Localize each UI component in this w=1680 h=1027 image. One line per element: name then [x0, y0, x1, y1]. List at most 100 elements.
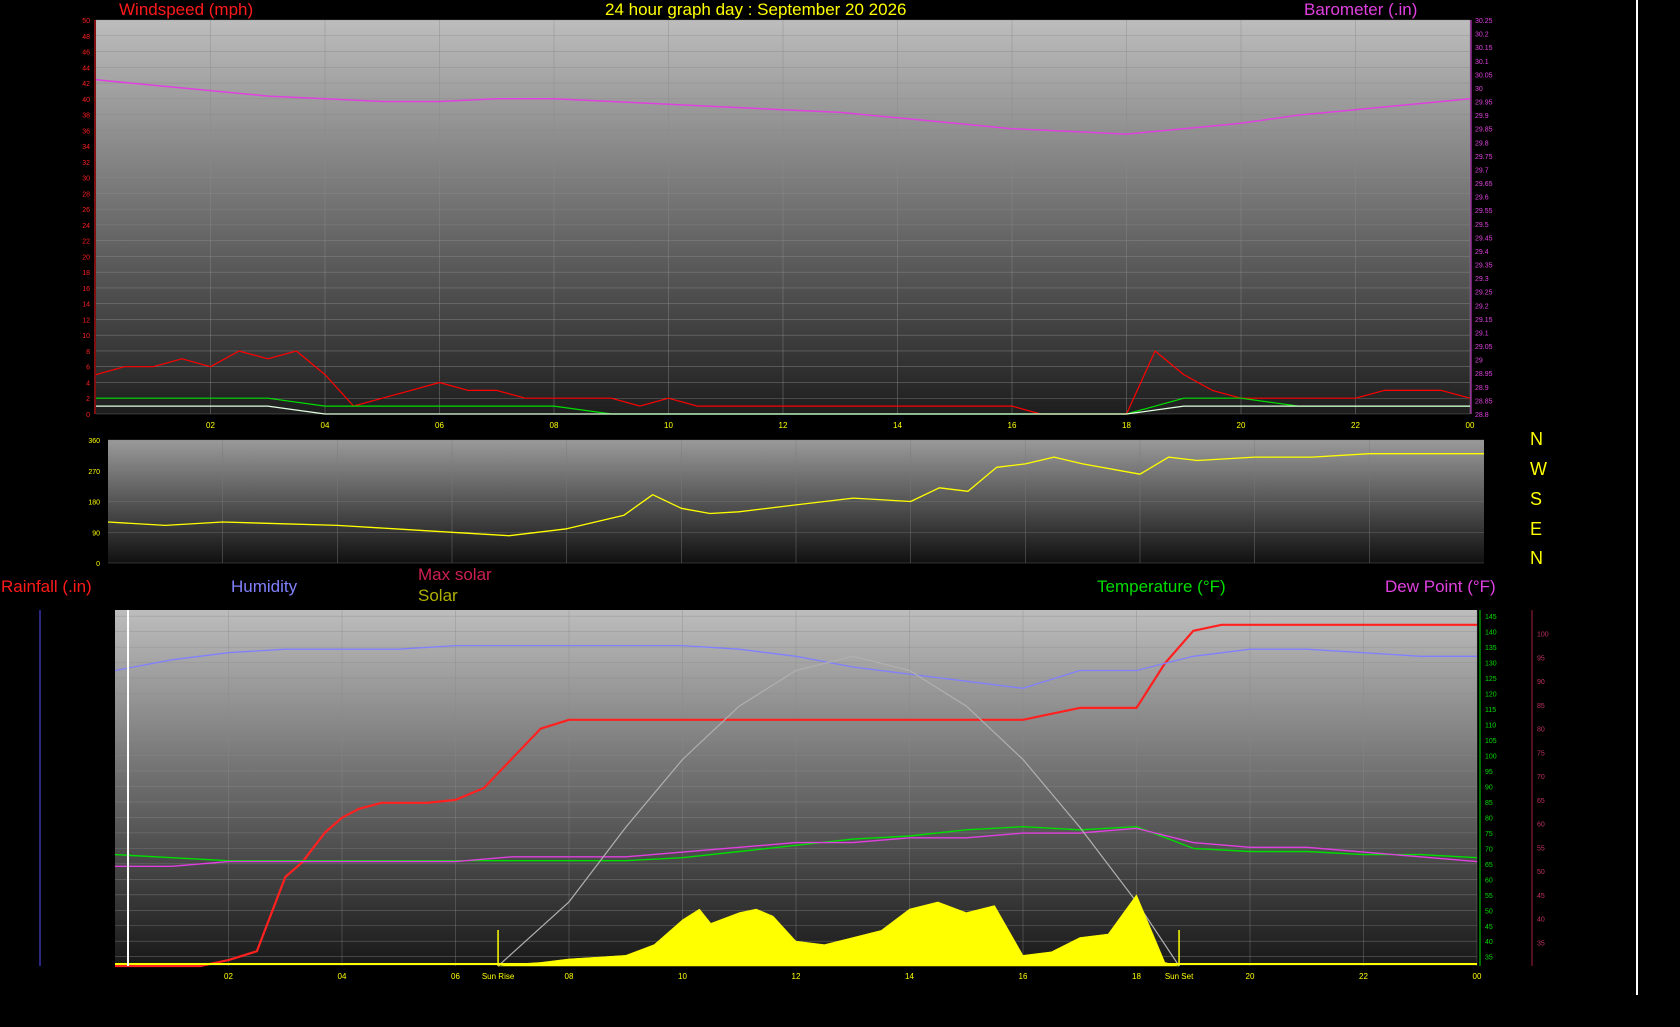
temperature-tick-label: 120	[1485, 692, 1497, 699]
barometer-tick-label: 29.6	[1475, 195, 1489, 202]
direction-tick-label: 360	[88, 438, 100, 445]
temperature-tick-label: 50	[1485, 908, 1493, 915]
direction-tick-label: 180	[88, 500, 100, 507]
rain-temp-x-tick-label: 14	[905, 972, 914, 981]
temperature-tick-label: 95	[1485, 769, 1493, 776]
direction-label-s: S	[1530, 489, 1543, 509]
barometer-tick-label: 29.4	[1475, 249, 1489, 256]
windspeed-tick-label: 48	[82, 34, 90, 41]
barometer-tick-label: 30.15	[1475, 45, 1493, 52]
barometer-tick-label: 29.3	[1475, 276, 1489, 283]
temperature-tick-label: 80	[1485, 815, 1493, 822]
humidity-label: Humidity	[231, 577, 298, 596]
barometer-tick-label: 29.85	[1475, 127, 1493, 134]
wind-x-tick-label: 18	[1122, 421, 1131, 430]
windspeed-tick-label: 4	[86, 380, 90, 387]
barometer-tick-label: 28.8	[1475, 412, 1489, 419]
windspeed-tick-label: 16	[82, 286, 90, 293]
direction-tick-label: 0	[96, 561, 100, 568]
rain-temp-x-tick-label: 16	[1019, 972, 1028, 981]
barometer-tick-label: 29.25	[1475, 290, 1493, 297]
windspeed-tick-label: 42	[82, 81, 90, 88]
windspeed-tick-label: 8	[86, 349, 90, 356]
windspeed-tick-label: 20	[82, 254, 90, 261]
wind-x-tick-label: 00	[1466, 421, 1475, 430]
barometer-tick-label: 29.65	[1475, 181, 1493, 188]
dew-point-tick-label: 80	[1537, 727, 1545, 734]
temperature-tick-label: 130	[1485, 661, 1497, 668]
dew-point-tick-label: 85	[1537, 703, 1545, 710]
temperature-tick-label: 90	[1485, 784, 1493, 791]
temperature-tick-label: 145	[1485, 614, 1497, 621]
barometer-tick-label: 29.1	[1475, 330, 1489, 337]
rain-temp-x-tick-label: 20	[1246, 972, 1255, 981]
wind-x-tick-label: 10	[664, 421, 673, 430]
rain-temp-x-tick-label: 22	[1359, 972, 1368, 981]
right-edge-line	[1636, 0, 1638, 995]
barometer-tick-label: 30	[1475, 86, 1483, 93]
temperature-tick-label: 55	[1485, 893, 1493, 900]
barometer-tick-label: 30.2	[1475, 32, 1489, 39]
barometer-tick-label: 30.05	[1475, 72, 1493, 79]
rain-temp-x-tick-label: 10	[678, 972, 687, 981]
barometer-tick-label: 29.15	[1475, 317, 1493, 324]
windspeed-tick-label: 12	[82, 317, 90, 324]
direction-tick-label: 270	[88, 469, 100, 476]
barometer-tick-label: 28.9	[1475, 385, 1489, 392]
windspeed-tick-label: 26	[82, 207, 90, 214]
temperature-tick-label: 85	[1485, 800, 1493, 807]
wind-x-tick-label: 04	[321, 421, 330, 430]
direction-label-n-top: N	[1530, 429, 1543, 449]
temperature-tick-label: 35	[1485, 955, 1493, 962]
barometer-tick-label: 29.55	[1475, 208, 1493, 215]
windspeed-tick-label: 50	[82, 18, 90, 25]
dew-point-tick-label: 35	[1537, 940, 1545, 947]
max-solar-label: Max solar	[418, 565, 492, 584]
windspeed-tick-label: 38	[82, 113, 90, 120]
direction-label-w: W	[1530, 459, 1547, 479]
solar-label: Solar	[418, 586, 458, 605]
windspeed-tick-label: 44	[82, 65, 90, 72]
barometer-tick-label: 29.95	[1475, 100, 1493, 107]
dew-point-tick-label: 60	[1537, 822, 1545, 829]
barometer-tick-label: 29.75	[1475, 154, 1493, 161]
windspeed-tick-label: 34	[82, 144, 90, 151]
direction-label-n-bottom: N	[1530, 548, 1543, 568]
dew-point-tick-label: 40	[1537, 917, 1545, 924]
windspeed-tick-label: 46	[82, 50, 90, 57]
sunrise-label: Sun Rise	[482, 972, 515, 981]
sunset-label: Sun Set	[1165, 972, 1194, 981]
temperature-tick-label: 135	[1485, 645, 1497, 652]
temperature-tick-label: 70	[1485, 846, 1493, 853]
direction-tick-label: 90	[92, 530, 100, 537]
barometer-tick-label: 29.9	[1475, 113, 1489, 120]
chart-title: 24 hour graph day : September 20 2026	[605, 0, 907, 19]
barometer-tick-label: 29.7	[1475, 167, 1489, 174]
temperature-tick-label: 125	[1485, 676, 1497, 683]
wind-x-tick-label: 12	[779, 421, 788, 430]
rain-temp-x-tick-label: 08	[565, 972, 574, 981]
windspeed-tick-label: 6	[86, 365, 90, 372]
barometer-tick-label: 28.85	[1475, 398, 1493, 405]
barometer-tick-label: 29.45	[1475, 235, 1493, 242]
rain-temp-x-tick-label: 02	[224, 972, 233, 981]
windspeed-tick-label: 14	[82, 302, 90, 309]
dew-point-tick-label: 75	[1537, 750, 1545, 757]
dew-point-tick-label: 65	[1537, 798, 1545, 805]
direction-label-e: E	[1530, 519, 1543, 539]
rain-temp-x-tick-label: 12	[792, 972, 801, 981]
wind-x-tick-label: 14	[893, 421, 902, 430]
barometer-tick-label: 29.2	[1475, 303, 1489, 310]
windspeed-tick-label: 18	[82, 270, 90, 277]
dew-point-tick-label: 95	[1537, 655, 1545, 662]
dew-point-tick-label: 45	[1537, 893, 1545, 900]
temperature-tick-label: 115	[1485, 707, 1496, 714]
temperature-tick-label: 100	[1485, 753, 1497, 760]
temperature-tick-label: 140	[1485, 630, 1497, 637]
temperature-tick-label: 110	[1485, 723, 1496, 730]
temperature-tick-label: 75	[1485, 831, 1493, 838]
windspeed-tick-label: 32	[82, 160, 90, 167]
windspeed-tick-label: 28	[82, 191, 90, 198]
windspeed-tick-label: 2	[86, 396, 90, 403]
wind-x-tick-label: 06	[435, 421, 444, 430]
